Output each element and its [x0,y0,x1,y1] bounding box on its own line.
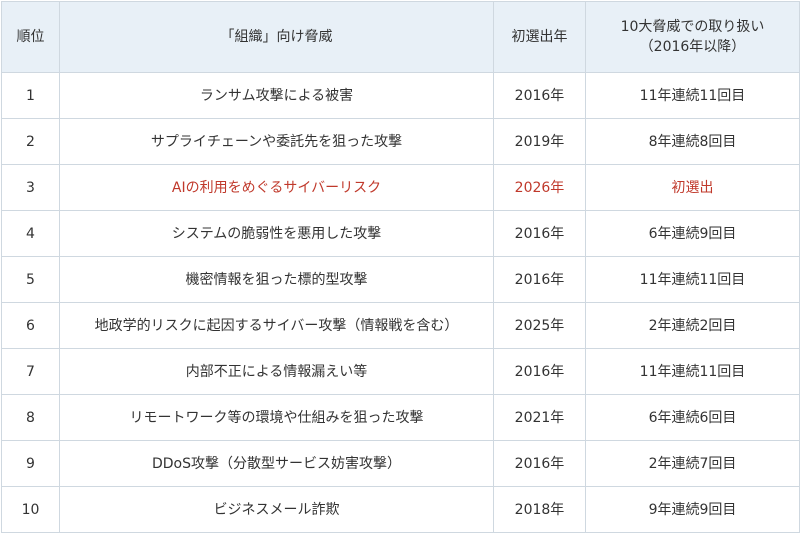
treatment-cell: 11年連続11回目 [585,348,800,395]
rank-cell: 6 [1,302,60,349]
rank-cell: 8 [1,394,60,441]
rank-cell: 7 [1,348,60,395]
threat-cell: DDoS攻撃（分散型サービス妨害攻撃） [59,440,494,487]
treatment-cell: 9年連続9回目 [585,486,800,533]
first-year-cell: 2016年 [493,210,586,257]
threat-cell: ビジネスメール詐欺 [59,486,494,533]
first-year-column-header: 初選出年 [493,1,586,73]
treatment-column-header: 10大脅威での取り扱い （2016年以降） [585,1,800,73]
rank-cell: 1 [1,72,60,119]
table-row: 7 内部不正による情報漏えい等 2016年 11年連続11回目 [1,348,800,395]
treatment-cell: 6年連続9回目 [585,210,800,257]
rank-cell: 9 [1,440,60,487]
rank-cell: 4 [1,210,60,257]
first-year-cell: 2026年 [493,164,586,211]
treatment-cell: 2年連続2回目 [585,302,800,349]
table-row: 10 ビジネスメール詐欺 2018年 9年連続9回目 [1,486,800,533]
treatment-header-line2: （2016年以降） [639,39,746,55]
table-row: 3 AIの利用をめぐるサイバーリスク 2026年 初選出 [1,164,800,211]
threat-cell: 地政学的リスクに起因するサイバー攻撃（情報戦を含む） [59,302,494,349]
table-row: 1 ランサム攻撃による被害 2016年 11年連続11回目 [1,72,800,119]
treatment-header-line1: 10大脅威での取り扱い [620,19,765,35]
table-row: 5 機密情報を狙った標的型攻撃 2016年 11年連続11回目 [1,256,800,303]
header-row: 順位 「組織」向け脅威 初選出年 10大脅威での取り扱い （2016年以降） [1,1,800,73]
table-row: 2 サプライチェーンや委託先を狙った攻撃 2019年 8年連続8回目 [1,118,800,165]
threat-cell: 機密情報を狙った標的型攻撃 [59,256,494,303]
first-year-cell: 2016年 [493,256,586,303]
threat-cell: システムの脆弱性を悪用した攻撃 [59,210,494,257]
table-row: 6 地政学的リスクに起因するサイバー攻撃（情報戦を含む） 2025年 2年連続2… [1,302,800,349]
rank-cell: 5 [1,256,60,303]
rank-column-header: 順位 [1,1,60,73]
treatment-cell: 初選出 [585,164,800,211]
first-year-cell: 2016年 [493,72,586,119]
table-header: 順位 「組織」向け脅威 初選出年 10大脅威での取り扱い （2016年以降） [1,1,800,73]
threat-ranking-table: 順位 「組織」向け脅威 初選出年 10大脅威での取り扱い （2016年以降） 1… [1,1,800,533]
rank-cell: 2 [1,118,60,165]
first-year-cell: 2016年 [493,348,586,395]
treatment-cell: 11年連続11回目 [585,256,800,303]
threat-cell: ランサム攻撃による被害 [59,72,494,119]
threat-cell: サプライチェーンや委託先を狙った攻撃 [59,118,494,165]
treatment-cell: 11年連続11回目 [585,72,800,119]
table-row: 8 リモートワーク等の環境や仕組みを狙った攻撃 2021年 6年連続6回目 [1,394,800,441]
table-row: 4 システムの脆弱性を悪用した攻撃 2016年 6年連続9回目 [1,210,800,257]
first-year-cell: 2021年 [493,394,586,441]
first-year-cell: 2025年 [493,302,586,349]
threat-cell: 内部不正による情報漏えい等 [59,348,494,395]
threat-cell: AIの利用をめぐるサイバーリスク [59,164,494,211]
rank-cell: 3 [1,164,60,211]
rank-cell: 10 [1,486,60,533]
threat-column-header: 「組織」向け脅威 [59,1,494,73]
table-body: 1 ランサム攻撃による被害 2016年 11年連続11回目 2 サプライチェーン… [1,72,800,533]
first-year-cell: 2018年 [493,486,586,533]
table-row: 9 DDoS攻撃（分散型サービス妨害攻撃） 2016年 2年連続7回目 [1,440,800,487]
treatment-cell: 6年連続6回目 [585,394,800,441]
first-year-cell: 2016年 [493,440,586,487]
treatment-cell: 2年連続7回目 [585,440,800,487]
treatment-cell: 8年連続8回目 [585,118,800,165]
threat-cell: リモートワーク等の環境や仕組みを狙った攻撃 [59,394,494,441]
first-year-cell: 2019年 [493,118,586,165]
